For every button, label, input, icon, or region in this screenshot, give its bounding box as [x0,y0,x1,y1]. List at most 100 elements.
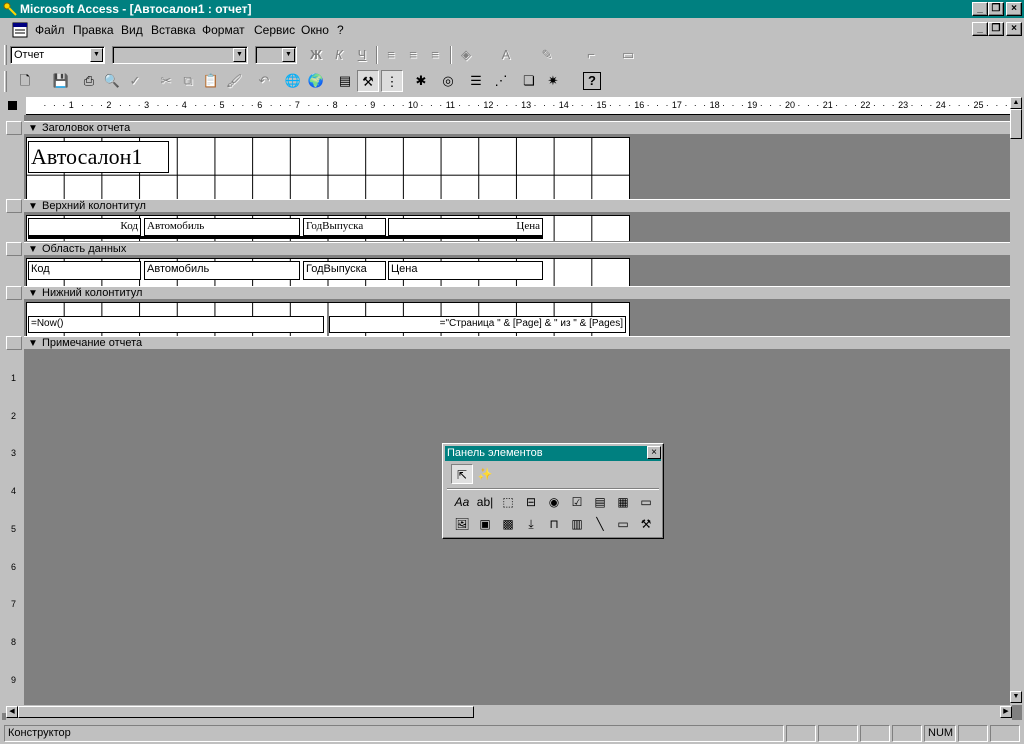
header-underline[interactable] [28,236,543,239]
build-icon[interactable]: ⋰ [490,70,512,92]
horizontal-scrollbar[interactable]: ◀ ▶ [6,705,1012,720]
field-page[interactable]: ="Страница " & [Page] & " из " & [Pages] [329,316,626,333]
header-label-avto[interactable]: Автомобиль [144,218,300,236]
check-box-icon[interactable]: ☑ [566,492,588,512]
command-button-icon[interactable]: ▭ [635,492,657,512]
object-combo[interactable]: Отчет ▼ [10,46,105,64]
copy-icon[interactable]: ⧉ [177,70,199,92]
help-icon[interactable]: ? [583,72,601,90]
section-page-header[interactable]: ▼ Верхний колонтитул [24,199,1010,213]
scroll-up-icon[interactable]: ▲ [1010,97,1022,109]
toolbar-grip[interactable] [4,45,7,65]
code-icon[interactable]: ◎ [437,70,459,92]
report-title-label[interactable]: Автосалон1 [28,141,169,173]
toolbox-icon[interactable]: ⚒ [357,70,379,92]
field-now[interactable]: =Now() [28,316,324,333]
control-wizards-icon[interactable]: ✨ [474,464,496,484]
border-width-icon[interactable]: ⌐ [580,44,602,66]
report-selector[interactable] [2,97,26,115]
menu-insert[interactable]: Вставка [151,23,196,37]
toolbox-window[interactable]: Панель элементов × ⇱ ✨ Aa ab| ⬚ ⊟ ◉ ☑ ▤ … [442,443,664,539]
menu-file[interactable]: Файл [35,23,65,37]
menu-edit[interactable]: Правка [73,23,114,37]
doc-restore-button[interactable]: ❐ [988,22,1004,36]
page-break-icon[interactable]: ⤓ [520,514,542,534]
text-box-icon[interactable]: ab| [474,492,496,512]
section-detail[interactable]: ▼ Область данных [24,242,1010,256]
section-report-header[interactable]: ▼ Заголовок отчета [24,121,1010,135]
bold-icon[interactable]: Ж [305,44,327,66]
option-group-icon[interactable]: ⬚ [497,492,519,512]
label-icon[interactable]: Aa [451,492,473,512]
toolbox-title[interactable]: Панель элементов [445,446,661,461]
section-selector[interactable] [6,242,22,256]
header-label-kod[interactable]: Код [28,218,141,236]
spelling-icon[interactable]: ✓ [124,70,146,92]
more-controls-icon[interactable]: ⚒ [635,514,657,534]
font-combo[interactable]: ▼ [112,46,248,64]
align-left-icon[interactable]: ≡ [380,44,402,66]
section-selector[interactable] [6,199,22,213]
print-icon[interactable]: ⎙ [78,70,100,92]
font-color-icon[interactable]: A [495,44,517,66]
align-right-icon[interactable]: ≡ [424,44,446,66]
field-cena[interactable]: Цена [388,261,543,280]
image-icon[interactable]: 🖼 [451,514,473,534]
toolbar-grip[interactable] [4,71,7,92]
new-object-icon[interactable]: ✷ [542,70,564,92]
size-combo[interactable]: ▼ [255,46,297,64]
toggle-button-icon[interactable]: ⊟ [520,492,542,512]
underline-icon[interactable]: Ч [351,44,373,66]
section-selector[interactable] [6,121,22,135]
report-icon[interactable] [12,22,28,38]
print-preview-icon[interactable]: 🔍 [101,70,123,92]
web-toolbar-icon[interactable]: 🌍 [305,70,327,92]
menu-view[interactable]: Вид [121,23,143,37]
menu-help[interactable]: ? [337,23,344,37]
bound-object-frame-icon[interactable]: ▩ [497,514,519,534]
italic-icon[interactable]: К [328,44,350,66]
undo-icon[interactable]: ↶ [253,70,275,92]
view-icon[interactable]: 🗋 [14,70,36,92]
minimize-button[interactable]: _ [972,2,988,16]
scroll-right-icon[interactable]: ▶ [1000,706,1012,718]
field-god[interactable]: ГодВыпуска [303,261,386,280]
option-button-icon[interactable]: ◉ [543,492,565,512]
menu-tools[interactable]: Сервис [254,23,295,37]
close-button[interactable]: × [1006,2,1022,16]
field-avto[interactable]: Автомобиль [144,261,300,280]
cut-icon[interactable]: ✂ [155,70,177,92]
horizontal-scroll-thumb[interactable] [18,706,474,718]
rectangle-icon[interactable]: ▭ [612,514,634,534]
save-icon[interactable]: 💾 [50,70,72,92]
database-window-icon[interactable]: ❏ [518,70,540,92]
line-icon[interactable]: ╲ [589,514,611,534]
doc-minimize-button[interactable]: _ [972,22,988,36]
doc-close-button[interactable]: × [1006,22,1022,36]
sorting-grouping-icon[interactable]: ⋮ [381,70,403,92]
subform-icon[interactable]: ▥ [566,514,588,534]
list-box-icon[interactable]: ▦ [612,492,634,512]
align-center-icon[interactable]: ≡ [402,44,424,66]
vertical-scroll-thumb[interactable] [1010,109,1022,139]
special-effect-icon[interactable]: ▭ [617,44,639,66]
unbound-object-frame-icon[interactable]: ▣ [474,514,496,534]
section-report-footer[interactable]: ▼ Примечание отчета [24,336,1010,350]
properties-icon[interactable]: ☰ [465,70,487,92]
scroll-left-icon[interactable]: ◀ [6,706,18,718]
fill-color-icon[interactable]: ◈ [455,44,477,66]
section-selector[interactable] [6,286,22,300]
header-label-cena[interactable]: Цена [388,218,543,236]
menu-window[interactable]: Окно [301,23,329,37]
menu-format[interactable]: Формат [202,23,245,37]
autoformat-icon[interactable]: ✱ [410,70,432,92]
line-color-icon[interactable]: ✎ [536,44,558,66]
field-kod[interactable]: Код [28,261,141,280]
format-painter-icon[interactable]: 🖌 [223,70,245,92]
restore-button[interactable]: ❐ [988,2,1004,16]
section-page-footer[interactable]: ▼ Нижний колонтитул [24,286,1010,300]
header-label-god[interactable]: ГодВыпуска [303,218,386,236]
hyperlink-icon[interactable]: 🌐 [282,70,304,92]
section-selector[interactable] [6,336,22,350]
tab-control-icon[interactable]: ⊓ [543,514,565,534]
